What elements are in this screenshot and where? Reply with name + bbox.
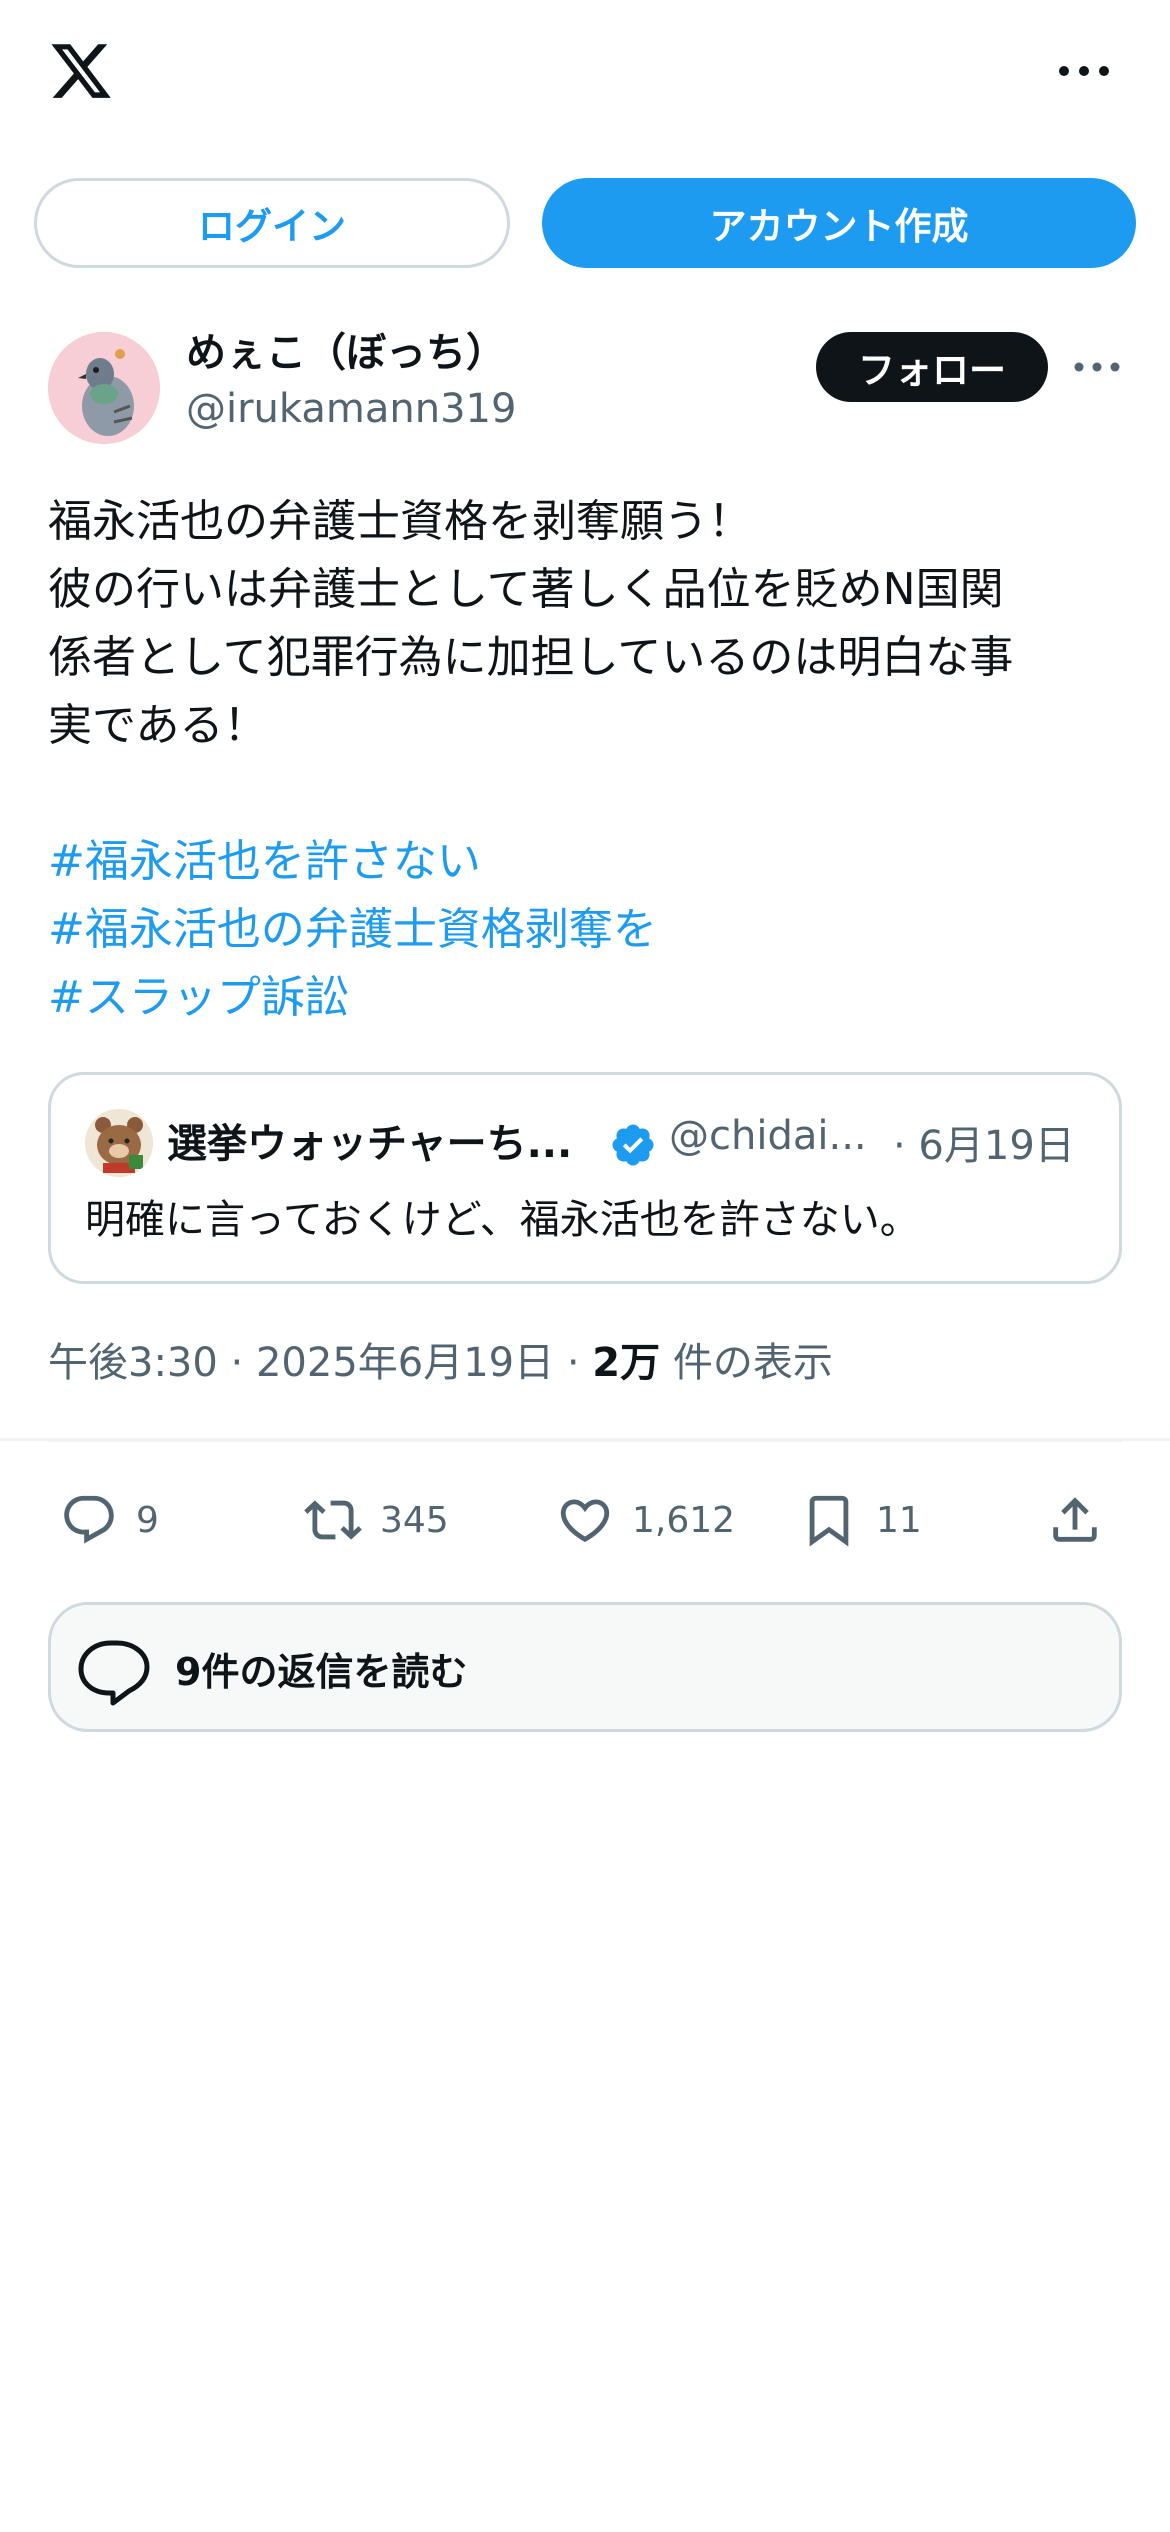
speech-bubble-icon — [78, 1640, 150, 1706]
heart-icon — [560, 1499, 610, 1543]
repost-count: 345 — [380, 1499, 449, 1541]
avatar[interactable] — [48, 332, 160, 444]
views-label: 件の表示 — [672, 1340, 833, 1386]
verified-badge-icon — [612, 1124, 654, 1166]
like-count: 1,612 — [632, 1499, 736, 1541]
hashtag-list: #福永活也を許さない #福永活也の弁護士資格剥奪を #スラップ訴訟 — [48, 828, 1128, 1032]
more-horizontal-icon[interactable] — [1054, 56, 1114, 86]
pigeon-avatar-icon — [48, 332, 160, 444]
bookmark-count: 11 — [876, 1499, 922, 1541]
top-bar — [0, 0, 1170, 150]
post-text-line: 実である！ — [48, 700, 268, 751]
reply-count: 9 — [136, 1499, 159, 1541]
bookmark-button[interactable]: 11 — [800, 1470, 922, 1570]
repost-icon — [304, 1500, 362, 1540]
post-body: 福永活也の弁護士資格を剥奪願う！ 彼の行いは弁護士として著しく品位を貶めN国関 … — [48, 488, 1128, 1032]
like-button[interactable]: 1,612 — [556, 1470, 735, 1570]
auth-buttons: ログイン アカウント作成 — [0, 178, 1170, 270]
author-handle[interactable]: @irukamann319 — [186, 386, 516, 432]
reply-button[interactable]: 9 — [60, 1470, 159, 1570]
action-bar: 9 345 1,612 11 — [0, 1470, 1170, 1570]
reply-icon — [64, 1495, 114, 1544]
post-text-line: 彼の行いは弁護士として著しく品位を貶めN国関 — [48, 564, 1004, 615]
post-timestamp[interactable]: 午後3:30 · 2025年6月19日 · — [48, 1340, 580, 1386]
post-text-line: 係者として犯罪行為に加担しているのは明白な事 — [48, 632, 1014, 683]
post-more-icon[interactable] — [1072, 354, 1122, 380]
post-text-line: 福永活也の弁護士資格を剥奪願う！ — [48, 496, 752, 547]
read-replies-button[interactable]: 9件の返信を読む — [48, 1602, 1122, 1732]
quoted-post[interactable]: 選挙ウォッチャーち... @chidai... · 6月19日 明確に言っておく… — [48, 1072, 1122, 1284]
follow-button[interactable]: フォロー — [816, 332, 1048, 402]
share-button[interactable] — [1046, 1470, 1104, 1570]
quoted-date: · 6月19日 — [893, 1123, 1075, 1169]
views-count: 2万 — [592, 1340, 661, 1386]
author-display-name[interactable]: めぇこ（ぼっち） — [186, 320, 506, 378]
read-replies-label: 9件の返信を読む — [175, 1650, 468, 1694]
quoted-avatar — [85, 1109, 153, 1177]
hashtag-link[interactable]: #福永活也を許さない — [48, 828, 1128, 896]
hashtag-link[interactable]: #福永活也の弁護士資格剥奪を — [48, 896, 1128, 964]
quoted-display-name: 選挙ウォッチャーち... — [167, 1121, 573, 1167]
section-divider — [0, 1438, 1170, 1441]
post-meta: 午後3:30 · 2025年6月19日 · 2万 件の表示 — [48, 1330, 833, 1388]
share-icon — [1053, 1497, 1097, 1542]
login-button[interactable]: ログイン — [34, 178, 510, 268]
bookmark-icon — [809, 1495, 849, 1547]
quoted-text: 明確に言っておくけど、福永活也を許さない。 — [85, 1197, 920, 1243]
hashtag-link[interactable]: #スラップ訴訟 — [48, 964, 1128, 1032]
repost-button[interactable]: 345 — [304, 1470, 449, 1570]
create-account-button[interactable]: アカウント作成 — [542, 178, 1136, 268]
x-logo-icon[interactable] — [46, 38, 116, 104]
bear-avatar-icon — [85, 1109, 153, 1177]
quoted-handle: @chidai... — [669, 1113, 867, 1159]
